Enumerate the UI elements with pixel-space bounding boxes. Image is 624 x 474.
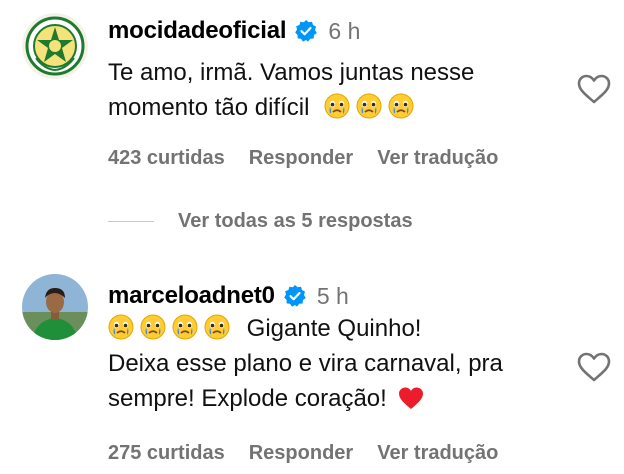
heart-outline-icon[interactable] (576, 73, 612, 105)
avatar-mocidadeoficial[interactable] (22, 13, 88, 79)
username[interactable]: marceloadnet0 (108, 282, 275, 310)
comment-text: Te amo, irmã. Vamos juntas nesse momento… (108, 55, 548, 125)
comment-header: marceloadnet0 5 h (108, 278, 349, 314)
profile-photo-icon (22, 274, 88, 340)
comment-text-content: Te amo, irmã. Vamos juntas nesse momento… (108, 59, 475, 121)
likes-count[interactable]: 423 curtidas (108, 147, 225, 170)
translate-button[interactable]: Ver tradução (377, 442, 498, 465)
crying-face-emoji (204, 314, 230, 340)
heart-outline-icon[interactable] (576, 351, 612, 383)
verified-badge-icon (294, 19, 318, 43)
red-heart-emoji (399, 387, 424, 409)
crying-face-emoji (388, 93, 414, 119)
timestamp[interactable]: 5 h (317, 283, 349, 310)
timestamp[interactable]: 6 h (328, 18, 360, 45)
comment-actions: 275 curtidas Responder Ver tradução (108, 442, 498, 465)
translate-button[interactable]: Ver tradução (377, 147, 498, 170)
crying-face-emoji (140, 314, 166, 340)
comment-header: mocidadeoficial 6 h (108, 13, 360, 49)
mocidade-logo-icon (22, 13, 88, 79)
divider (108, 221, 154, 222)
avatar-marceloadnet0[interactable] (22, 274, 88, 340)
verified-badge-icon (283, 284, 307, 308)
reply-button[interactable]: Responder (249, 147, 353, 170)
view-replies[interactable]: Ver todas as 5 respostas (108, 210, 413, 233)
comment-line-1: Gigante Quinho! (108, 311, 548, 346)
likes-count[interactable]: 275 curtidas (108, 442, 225, 465)
view-replies-label[interactable]: Ver todas as 5 respostas (178, 210, 413, 233)
crying-face-emoji (108, 314, 134, 340)
comment-text-content: Deixa esse plano e vira carnaval, pra se… (108, 350, 503, 412)
reply-button[interactable]: Responder (249, 442, 353, 465)
comment-line-2: Deixa esse plano e vira carnaval, pra se… (108, 346, 548, 416)
comment-text: Gigante Quinho! Deixa esse plano e vira … (108, 311, 548, 416)
crying-face-emoji (324, 93, 350, 119)
crying-face-emoji (356, 93, 382, 119)
crying-face-emoji (172, 314, 198, 340)
username[interactable]: mocidadeoficial (108, 17, 287, 45)
comment-text-content: Gigante Quinho! (246, 315, 422, 342)
comment-actions: 423 curtidas Responder Ver tradução (108, 147, 498, 170)
